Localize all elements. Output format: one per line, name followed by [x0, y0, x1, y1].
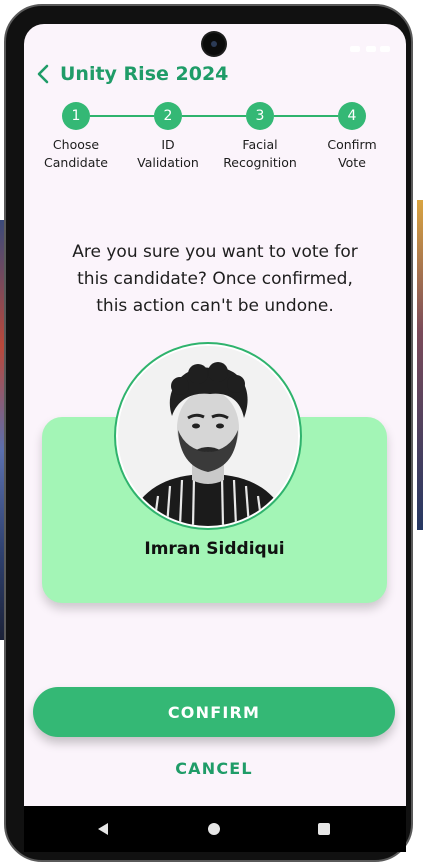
step-3-circle: 3 [246, 102, 274, 130]
step-2-label: ID Validation [137, 137, 199, 170]
step-4-circle: 4 [338, 102, 366, 130]
step-connector [182, 115, 246, 117]
progress-stepper: 1 2 3 4 Choose Candidate ID Validation F… [24, 102, 406, 192]
confirmation-question: Are you sure you want to vote for this c… [72, 242, 358, 316]
step-2-circle: 2 [154, 102, 182, 130]
circle-home-icon[interactable] [206, 821, 222, 837]
wallpaper-right-edge [417, 200, 423, 530]
step-1-label: Choose Candidate [44, 137, 108, 170]
cancel-button[interactable]: CANCEL [134, 756, 294, 780]
chevron-left-icon[interactable] [34, 62, 52, 86]
step-connector [274, 115, 338, 117]
app-header: Unity Rise 2024 [34, 60, 228, 88]
system-navigation-bar [24, 806, 406, 852]
page-title: Unity Rise 2024 [60, 63, 229, 85]
candidate-avatar-ring [114, 342, 302, 530]
front-camera [203, 33, 225, 55]
triangle-back-icon[interactable] [95, 821, 111, 837]
step-4-label: Confirm Vote [327, 137, 377, 170]
avatar [118, 346, 298, 526]
square-recents-icon[interactable] [316, 821, 332, 837]
status-bar-icons [350, 46, 390, 56]
confirm-button[interactable]: CONFIRM [33, 687, 395, 737]
app-screen: Unity Rise 2024 1 2 3 4 Choose Candidate… [24, 24, 406, 806]
step-3-label: Facial Recognition [223, 137, 297, 170]
step-connector [90, 115, 154, 117]
phone-frame: Unity Rise 2024 1 2 3 4 Choose Candidate… [4, 4, 413, 862]
candidate-name: Imran Siddiqui [144, 539, 285, 559]
step-1-circle: 1 [62, 102, 90, 130]
